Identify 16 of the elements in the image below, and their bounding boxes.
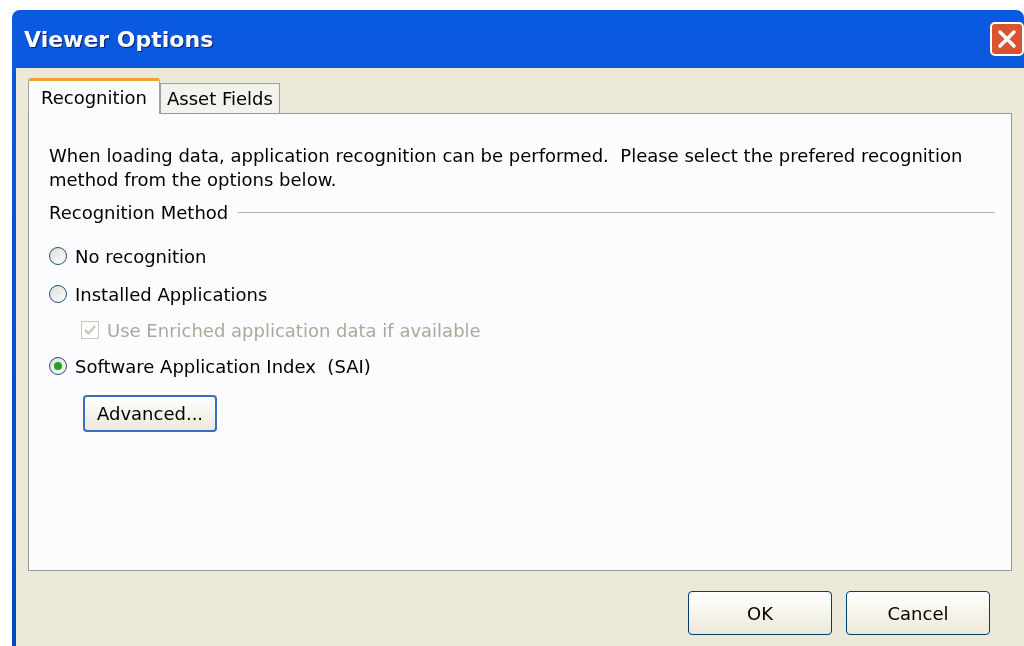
window-title: Viewer Options [24, 26, 214, 52]
option-label[interactable]: Installed Applications [75, 283, 268, 305]
radio-button[interactable] [49, 285, 67, 303]
option-label[interactable]: Software Application Index (SAI) [75, 355, 371, 377]
radio-button[interactable] [49, 357, 67, 375]
group-title: Recognition Method [49, 202, 229, 223]
description-text: When loading data, application recognition can be performed. Please select the prefered recognition method from the options below. [49, 144, 964, 192]
dialog-button[interactable]: Cancel [846, 591, 990, 635]
tab[interactable]: Recognition [28, 78, 160, 114]
option-label[interactable]: No recognition [75, 245, 207, 267]
close-button[interactable] [990, 22, 1024, 56]
tab[interactable]: Asset Fields [160, 83, 280, 113]
close-icon [996, 28, 1018, 50]
advanced-button[interactable]: Advanced... [83, 395, 218, 432]
radio-button[interactable] [49, 247, 67, 265]
dialog-button[interactable]: OK [688, 591, 832, 635]
